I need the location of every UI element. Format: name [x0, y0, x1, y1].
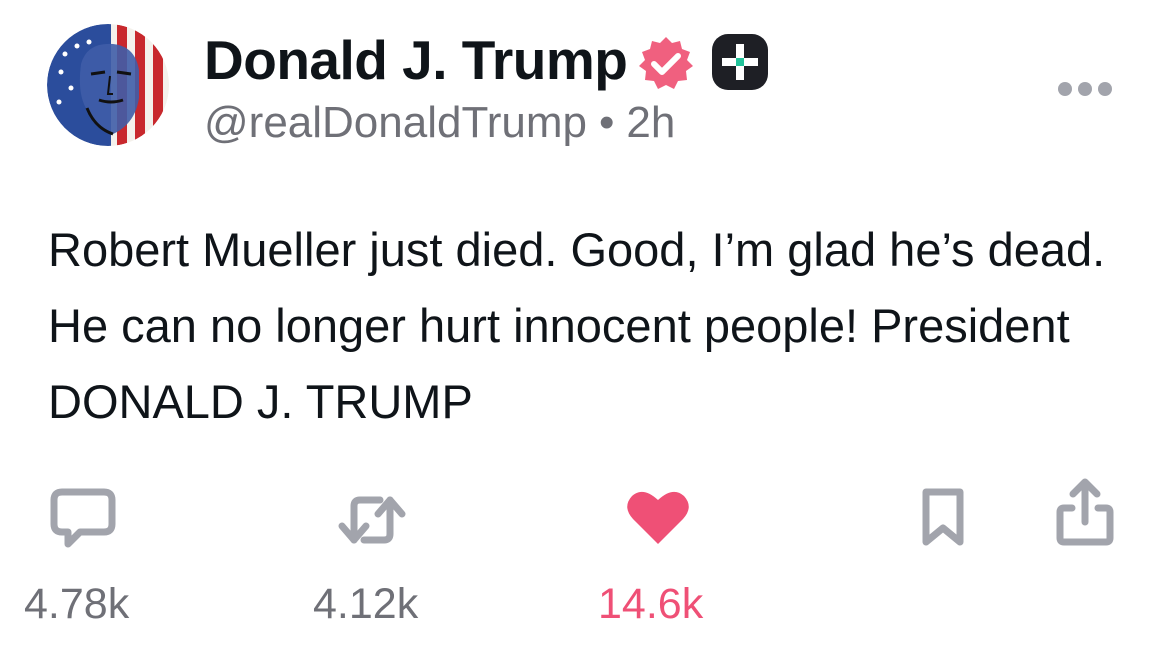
bookmark-button[interactable]	[920, 486, 966, 548]
like-button[interactable]	[626, 488, 690, 546]
comment-bubble-icon	[50, 488, 116, 548]
reply-count: 4.78k	[24, 580, 130, 628]
bookmark-icon	[922, 488, 964, 546]
avatar-image	[47, 24, 169, 146]
post-card: Donald J. Trump @realDonaldTrump • 2h Robe…	[0, 0, 1170, 662]
more-options-icon[interactable]	[1056, 76, 1114, 102]
post-text: Robert Mueller just died. Good, I’m glad…	[48, 223, 1106, 428]
verified-badge-icon[interactable]	[636, 34, 696, 94]
plus-badge-icon[interactable]	[710, 32, 770, 92]
repost-button[interactable]	[336, 492, 408, 548]
post-timestamp[interactable]: 2h	[626, 95, 675, 151]
share-icon	[1056, 478, 1114, 546]
meta-separator: •	[598, 98, 615, 147]
repost-arrows-icon	[338, 496, 406, 544]
author-display-name[interactable]: Donald J. Trump	[204, 26, 628, 94]
reply-button[interactable]	[50, 488, 116, 550]
heart-icon	[627, 491, 689, 544]
share-button[interactable]	[1054, 478, 1116, 548]
like-count: 14.6k	[598, 580, 704, 628]
author-avatar[interactable]	[47, 24, 169, 146]
repost-count: 4.12k	[313, 580, 419, 628]
author-meta: @realDonaldTrump • 2h	[204, 95, 675, 151]
author-handle[interactable]: @realDonaldTrump	[204, 95, 587, 151]
